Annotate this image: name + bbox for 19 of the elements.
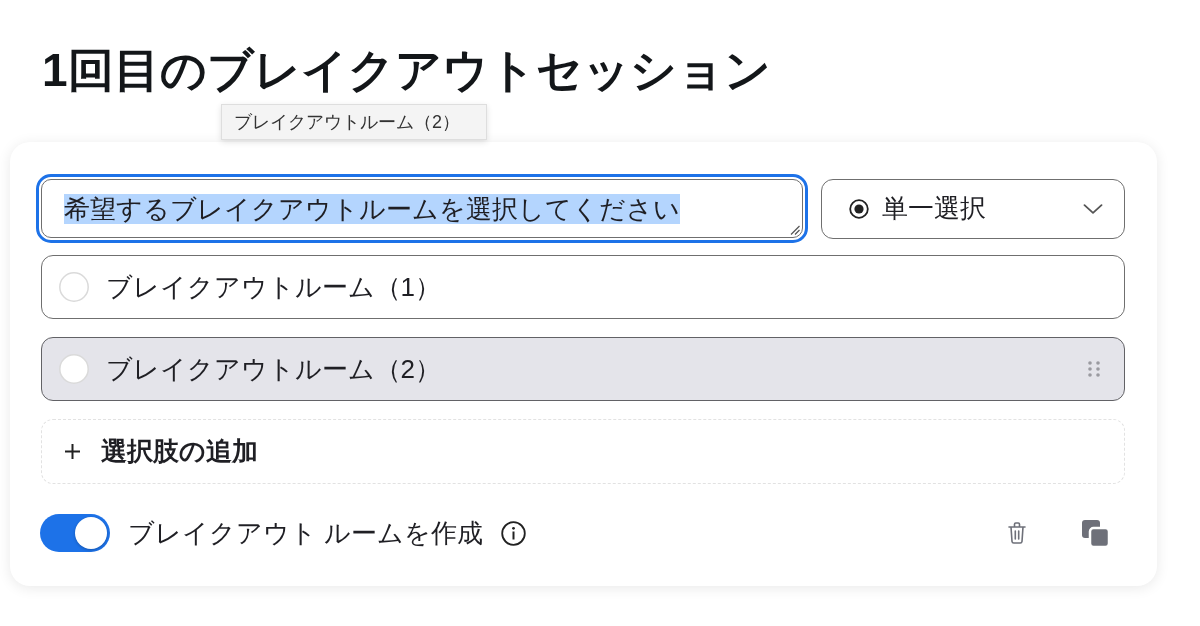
option-field[interactable]: ブレイクアウトルーム（2） bbox=[41, 337, 1125, 401]
answer-type-dropdown[interactable]: 単一選択 bbox=[821, 178, 1125, 239]
radio-dot-icon bbox=[849, 198, 869, 219]
tooltip: ブレイクアウトルーム（2） bbox=[221, 104, 487, 140]
drag-handle-icon[interactable] bbox=[1088, 361, 1100, 377]
copy-icon[interactable] bbox=[1082, 519, 1109, 547]
toggle-switch[interactable] bbox=[40, 514, 110, 552]
session-title: 1回目のブレイクアウトセッション bbox=[42, 43, 771, 98]
trash-icon[interactable] bbox=[1008, 522, 1026, 544]
chevron-down-icon bbox=[1083, 203, 1103, 214]
plus-icon bbox=[64, 444, 80, 459]
add-option-button[interactable]: 選択肢の追加 bbox=[41, 419, 1125, 484]
toggle-label: ブレイクアウト ルームを作成 bbox=[128, 516, 484, 550]
radio-icon[interactable] bbox=[58, 354, 89, 384]
info-icon[interactable] bbox=[501, 520, 527, 546]
option-field[interactable]: ブレイクアウトルーム（1） bbox=[41, 255, 1125, 319]
radio-icon[interactable] bbox=[58, 272, 89, 302]
resize-handle-icon[interactable] bbox=[790, 225, 800, 235]
question-field[interactable]: 希望するブレイクアウトルームを選択してください bbox=[36, 174, 808, 243]
